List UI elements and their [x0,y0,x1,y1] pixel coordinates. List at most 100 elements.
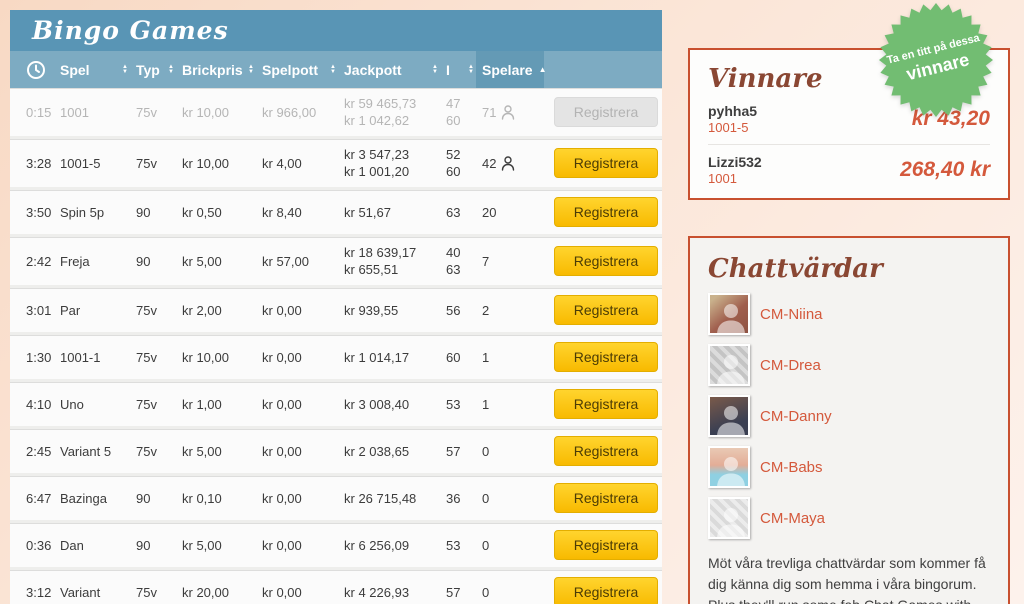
balls-line-1: 63 [446,204,476,221]
balls-line-1: 57 [446,584,476,601]
row-jackpot: kr 59 465,73 kr 1 042,62 [344,95,446,129]
row-action: Registrera [550,436,662,466]
chat-host-row: CM-Drea [708,344,990,386]
row-balls: 57 [446,584,482,601]
winner-amount: 268,40 kr [900,158,990,182]
table-row: 6:47 Bazinga 90 kr 0,10 kr 0,00 kr 26 71… [10,476,662,523]
row-balls: 40 63 [446,244,482,278]
balls-line-2: 60 [446,163,476,180]
row-balls: 36 [446,490,482,507]
row-game-pot: kr 0,00 [262,444,344,459]
row-jackpot: kr 6 256,09 [344,537,446,554]
register-button[interactable]: Registrera [554,295,658,325]
jackpot-line-1: kr 2 038,65 [344,443,440,460]
row-players: 1 [482,350,550,365]
row-jackpot: kr 26 715,48 [344,490,446,507]
row-card-price: kr 2,00 [182,303,262,318]
row-action: Registrera [550,342,662,372]
players-count: 2 [482,303,489,318]
row-balls: 47 60 [446,95,482,129]
balls-line-1: 57 [446,443,476,460]
register-button[interactable]: Registrera [554,148,658,178]
row-players: 71 [482,105,550,120]
register-button[interactable]: Registrera [554,483,658,513]
column-header-time[interactable] [26,51,60,88]
register-button[interactable]: Registrera [554,577,658,604]
row-action: Registrera [550,295,662,325]
row-card-price: kr 5,00 [182,538,262,553]
sort-icon: ▲▼ [168,65,174,75]
winner-game-link[interactable]: 1001 [708,171,762,186]
avatar-silhouette-icon [715,454,747,488]
row-balls: 56 [446,302,482,319]
balls-line-1: 40 [446,244,476,261]
row-action: Registrera [550,246,662,276]
table-row: 3:50 Spin 5p 90 kr 0,50 kr 8,40 kr 51,67… [10,190,662,237]
row-type: 90 [136,254,182,269]
chat-host-link[interactable]: CM-Maya [760,510,825,527]
row-players: 1 [482,397,550,412]
avatar-silhouette-icon [715,301,747,335]
row-game-name: 1001-5 [60,156,136,171]
winner-game-link[interactable]: 1001-5 [708,120,757,135]
column-header-jackpott[interactable]: Jackpott ▲▼ [344,51,446,88]
row-jackpot: kr 4 226,93 [344,584,446,601]
column-header-spelare[interactable]: Spelare ▲ [476,51,544,88]
row-game-pot: kr 0,00 [262,491,344,506]
jackpot-line-1: kr 939,55 [344,302,440,319]
row-game-pot: kr 4,00 [262,156,344,171]
chat-host-link[interactable]: CM-Babs [760,459,823,476]
bingo-games-title-bar: Bingo Games [10,10,662,51]
column-header-spelpott[interactable]: Spelpott ▲▼ [262,51,344,88]
row-countdown: 1:30 [26,350,60,365]
row-game-pot: kr 57,00 [262,254,344,269]
row-card-price: kr 10,00 [182,350,262,365]
row-card-price: kr 10,00 [182,105,262,120]
winner-username: pyhha5 [708,103,757,119]
table-row: 3:12 Variant 75v kr 20,00 kr 0,00 kr 4 2… [10,570,662,604]
column-header-spel[interactable]: Spel ▲▼ [60,51,136,88]
jackpot-line-1: kr 6 256,09 [344,537,440,554]
jackpot-line-1: kr 3 547,23 [344,146,440,163]
table-row: 3:01 Par 75v kr 2,00 kr 0,00 kr 939,55 5… [10,288,662,335]
chat-host-link[interactable]: CM-Drea [760,357,821,374]
jackpot-line-1: kr 1 014,17 [344,349,440,366]
row-balls: 52 60 [446,146,482,180]
register-button[interactable]: Registrera [554,389,658,419]
row-countdown: 2:45 [26,444,60,459]
row-game-name: 1001 [60,105,136,120]
row-card-price: kr 0,50 [182,205,262,220]
winners-badge[interactable]: Ta en titt på dessa vinnare [878,2,994,118]
register-button[interactable]: Registrera [554,436,658,466]
balls-line-1: 36 [446,490,476,507]
chat-host-link[interactable]: CM-Niina [760,306,823,323]
row-type: 90 [136,538,182,553]
register-button[interactable]: Registrera [554,97,658,127]
row-jackpot: kr 51,67 [344,204,446,221]
page-title: Bingo Games [32,16,229,45]
bingo-games-panel: Bingo Games Spel ▲▼ Typ ▲▼ Brickpris ▲▼ … [10,10,662,604]
row-jackpot: kr 2 038,65 [344,443,446,460]
row-action: Registrera [550,577,662,604]
register-button[interactable]: Registrera [554,197,658,227]
balls-line-1: 53 [446,396,476,413]
row-balls: 57 [446,443,482,460]
row-countdown: 3:12 [26,585,60,600]
balls-line-1: 56 [446,302,476,319]
row-card-price: kr 10,00 [182,156,262,171]
table-row: 1:30 1001-1 75v kr 10,00 kr 0,00 kr 1 01… [10,335,662,382]
balls-line-1: 53 [446,537,476,554]
column-header-brickpris[interactable]: Brickpris ▲▼ [182,51,262,88]
chat-host-link[interactable]: CM-Danny [760,408,832,425]
register-button[interactable]: Registrera [554,342,658,372]
row-balls: 53 [446,537,482,554]
row-game-pot: kr 0,00 [262,585,344,600]
register-button[interactable]: Registrera [554,246,658,276]
register-button[interactable]: Registrera [554,530,658,560]
jackpot-line-1: kr 3 008,40 [344,396,440,413]
table-body: 0:15 1001 75v kr 10,00 kr 966,00 kr 59 4… [10,88,662,604]
column-header-typ[interactable]: Typ ▲▼ [136,51,182,88]
jackpot-line-1: kr 59 465,73 [344,95,440,112]
chat-host-row: CM-Maya [708,497,990,539]
row-type: 75v [136,444,182,459]
